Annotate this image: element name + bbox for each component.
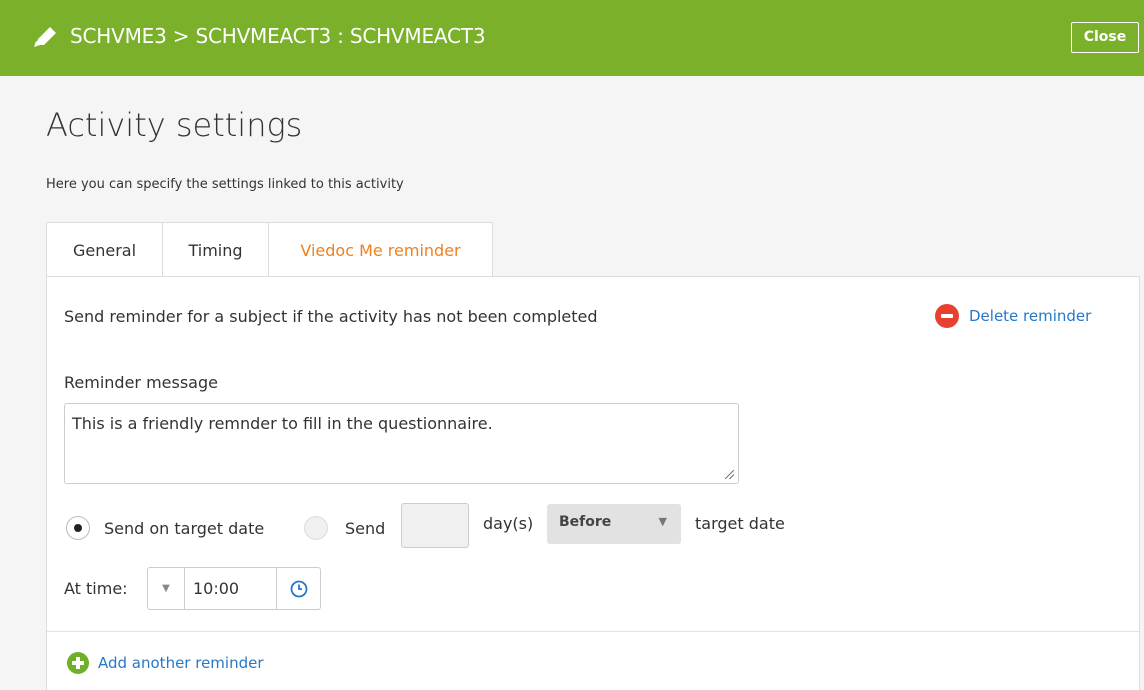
- days-unit-label: day(s): [483, 514, 534, 533]
- page-title: Activity settings: [46, 106, 303, 144]
- close-button[interactable]: Close: [1071, 22, 1139, 53]
- dropdown-arrow-icon: ▼: [658, 515, 667, 528]
- delete-reminder-label: Delete reminder: [969, 307, 1092, 325]
- tab-bar: General Timing Viedoc Me reminder: [46, 222, 493, 277]
- delete-reminder-link[interactable]: Delete reminder: [935, 304, 1091, 328]
- target-date-label: target date: [695, 514, 785, 533]
- before-after-value: Before: [559, 514, 612, 530]
- reminder-message-label: Reminder message: [64, 373, 218, 392]
- pencil-icon: [34, 27, 56, 47]
- tab-viedoc-me-reminder[interactable]: Viedoc Me reminder: [269, 222, 493, 277]
- tab-general[interactable]: General: [46, 222, 163, 277]
- reminder-description: Send reminder for a subject if the activ…: [64, 307, 598, 326]
- clock-button[interactable]: [277, 567, 321, 610]
- plus-circle-icon: [67, 652, 89, 674]
- section-divider: [47, 631, 1139, 632]
- add-another-reminder-label: Add another reminder: [98, 654, 264, 672]
- tab-timing[interactable]: Timing: [163, 222, 269, 277]
- time-picker: ▼ 10:00: [147, 567, 321, 610]
- page-description: Here you can specify the settings linked…: [46, 177, 404, 192]
- breadcrumb: SCHVME3 > SCHVMEACT3 : SCHVMEACT3: [70, 24, 486, 48]
- clock-icon: [290, 580, 307, 597]
- send-days-radio[interactable]: [304, 516, 328, 540]
- reminder-message-text: This is a friendly remnder to fill in th…: [72, 414, 493, 433]
- send-on-target-date-label: Send on target date: [104, 519, 265, 538]
- add-another-reminder-link[interactable]: Add another reminder: [67, 652, 264, 674]
- header-bar: SCHVME3 > SCHVMEACT3 : SCHVMEACT3 Close: [0, 0, 1144, 76]
- before-after-select[interactable]: Before ▼: [547, 504, 681, 544]
- time-dropdown-arrow-icon[interactable]: ▼: [147, 567, 184, 610]
- send-days-label: Send: [345, 519, 386, 538]
- time-input[interactable]: 10:00: [184, 567, 277, 610]
- reminder-message-textarea[interactable]: This is a friendly remnder to fill in th…: [64, 403, 739, 484]
- resize-grip-icon[interactable]: [725, 470, 734, 479]
- days-input[interactable]: [401, 503, 469, 548]
- send-on-target-date-radio[interactable]: [66, 516, 90, 540]
- at-time-label: At time:: [64, 579, 128, 598]
- minus-circle-icon: [935, 304, 959, 328]
